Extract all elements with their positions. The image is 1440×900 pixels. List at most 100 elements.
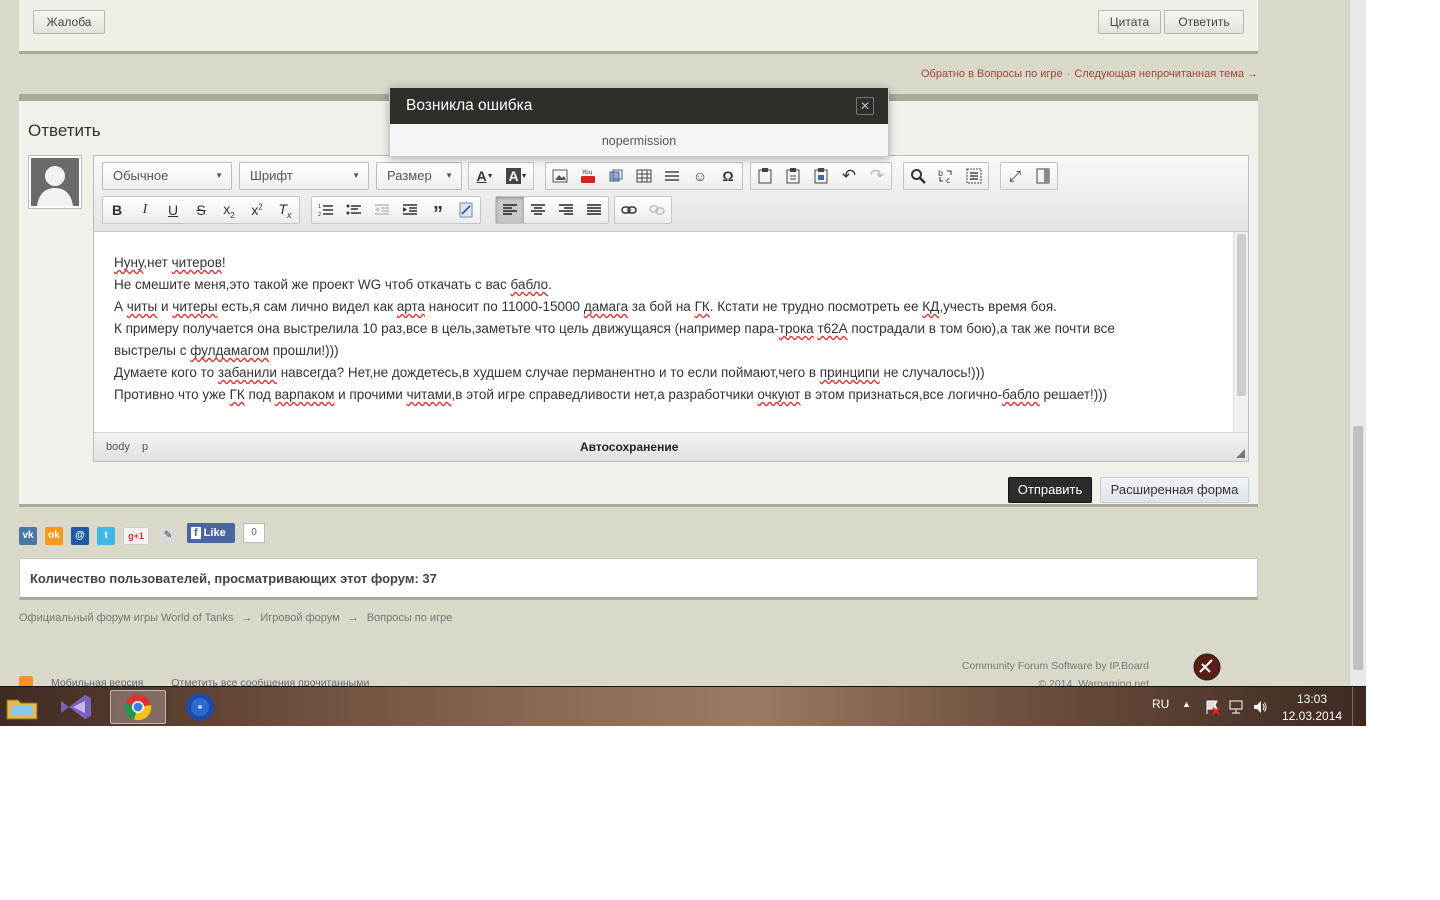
editor-scroll-thumb[interactable] <box>1237 234 1246 396</box>
breadcrumb-item[interactable]: Игровой форум <box>260 612 339 624</box>
action-center-flag-icon[interactable] <box>1204 699 1220 715</box>
align-center-button[interactable] <box>524 197 552 223</box>
page-scroll-thumb[interactable] <box>1353 426 1363 670</box>
chrome-icon[interactable] <box>110 690 166 724</box>
wargaming-logo-icon[interactable] <box>1192 652 1222 682</box>
error-dialog-header: Возникла ошибка ✕ <box>390 88 888 124</box>
advanced-form-button[interactable]: Расширенная форма <box>1100 477 1249 503</box>
odnoklassniki-icon[interactable]: ok <box>45 527 63 545</box>
insert-group: You ☺ Ω <box>545 162 743 190</box>
replace-button[interactable]: bc <box>932 163 960 189</box>
next-unread-link[interactable]: Следующая непрочитанная тема → <box>1074 68 1258 80</box>
breadcrumb-item[interactable]: Официальный форум игры World of Tanks <box>19 612 233 624</box>
text-color-icon: A <box>476 168 487 184</box>
select-all-icon <box>966 168 982 184</box>
align-left-button[interactable] <box>496 197 524 223</box>
bulleted-list-button[interactable] <box>340 197 368 223</box>
text-segment: наносит по 11000-15000 <box>425 299 584 314</box>
remove-format-button[interactable]: Tx <box>271 197 299 223</box>
format-select[interactable]: Обычное ▼ <box>102 162 232 190</box>
livejournal-icon[interactable]: ✎ <box>159 527 177 545</box>
element-path-body[interactable]: body <box>106 441 130 453</box>
spoiler-button[interactable] <box>452 197 480 223</box>
paste-button[interactable] <box>751 163 779 189</box>
underline-button[interactable]: U <box>159 197 187 223</box>
editor-content[interactable]: Нуну,нет читеров! Не смешите меня,это так… <box>94 232 1233 432</box>
find-button[interactable] <box>904 163 932 189</box>
browser-viewport: Жалоба Цитата Ответить Обратно в Вопросы… <box>0 0 1366 726</box>
background-color-button[interactable]: A ▼ <box>501 163 533 189</box>
horizontal-rule-button[interactable] <box>658 163 686 189</box>
indent-button[interactable] <box>396 197 424 223</box>
globe-app-icon[interactable] <box>172 690 228 724</box>
select-all-button[interactable] <box>960 163 988 189</box>
source-button[interactable] <box>1029 163 1057 189</box>
insert-media-button[interactable] <box>602 163 630 189</box>
bold-button[interactable]: B <box>103 197 131 223</box>
facebook-like-button[interactable]: f Like <box>187 523 235 543</box>
visual-studio-icon[interactable] <box>48 690 104 724</box>
outdent-button[interactable] <box>368 197 396 223</box>
misspelled-word: варпаком <box>274 387 335 402</box>
justify-button[interactable] <box>580 197 608 223</box>
quote-button[interactable]: Цитата <box>1098 10 1161 34</box>
unlink-button[interactable] <box>643 197 671 223</box>
link-button[interactable] <box>615 197 643 223</box>
software-credit[interactable]: Community Forum Software by IP.Board <box>962 657 1149 675</box>
vk-icon[interactable]: vk <box>19 527 37 545</box>
network-icon[interactable] <box>1228 699 1244 715</box>
strikethrough-button[interactable]: S <box>187 197 215 223</box>
tray-expand-icon[interactable]: ▲ <box>1182 699 1191 709</box>
file-explorer-icon[interactable] <box>0 690 50 724</box>
redo-button[interactable]: ↷ <box>863 163 891 189</box>
insert-image-button[interactable] <box>546 163 574 189</box>
twitter-icon[interactable]: t <box>97 527 115 545</box>
language-indicator[interactable]: RU <box>1152 697 1169 711</box>
submit-button[interactable]: Отправить <box>1008 477 1092 503</box>
outdent-icon <box>375 204 389 215</box>
superscript-button[interactable]: x2 <box>243 197 271 223</box>
text-segment: ,нет <box>143 255 172 270</box>
paste-word-button[interactable] <box>807 163 835 189</box>
emoticon-button[interactable]: ☺ <box>686 163 714 189</box>
size-select[interactable]: Размер ▼ <box>376 162 462 190</box>
insert-youtube-button[interactable]: You <box>574 163 602 189</box>
subscript-button[interactable]: x2 <box>215 197 243 223</box>
avatar <box>28 155 82 209</box>
volume-icon[interactable] <box>1252 699 1268 715</box>
italic-button[interactable]: I <box>131 197 159 223</box>
show-desktop-button[interactable] <box>1352 687 1366 726</box>
reply-title: Ответить <box>28 121 101 140</box>
page-scrollbar[interactable] <box>1349 0 1366 686</box>
align-right-button[interactable] <box>552 197 580 223</box>
text-segment: . Кстати не трудно посмотреть ее <box>709 299 923 314</box>
misspelled-word: ГК <box>229 387 245 402</box>
resize-handle-icon[interactable] <box>1235 448 1246 459</box>
svg-text:b: b <box>938 169 943 178</box>
text-segment: ,в этой игре справедливости нет,а разраб… <box>451 387 758 402</box>
mailru-icon[interactable]: @ <box>71 527 89 545</box>
blockquote-button[interactable]: ” <box>424 197 452 224</box>
superscript-icon: x2 <box>251 202 263 218</box>
back-to-forum-link[interactable]: Обратно в Вопросы по игре <box>921 68 1063 80</box>
google-plus-icon[interactable]: g+1 <box>123 527 149 545</box>
svg-text:c: c <box>946 176 950 184</box>
breadcrumb-item[interactable]: Вопросы по игре <box>367 612 453 624</box>
complaint-button[interactable]: Жалоба <box>33 10 105 34</box>
insert-table-button[interactable] <box>630 163 658 189</box>
editor-scrollbar[interactable] <box>1233 232 1248 432</box>
close-icon[interactable]: ✕ <box>856 97 874 115</box>
font-select[interactable]: Шрифт ▼ <box>239 162 369 190</box>
undo-button[interactable]: ↶ <box>835 163 863 189</box>
element-path-p[interactable]: p <box>142 441 148 453</box>
text-color-button[interactable]: A ▼ <box>469 163 501 189</box>
special-char-button[interactable]: Ω <box>714 163 742 189</box>
maximize-button[interactable]: ⤢ <box>1001 163 1029 189</box>
misspelled-word: читами <box>406 387 452 402</box>
reply-button[interactable]: Ответить <box>1164 10 1244 34</box>
system-clock[interactable]: 13:03 12.03.2014 <box>1282 691 1342 725</box>
paste-text-button[interactable] <box>779 163 807 189</box>
unlink-icon <box>649 205 665 215</box>
numbered-list-button[interactable]: 12 <box>312 197 340 223</box>
misspelled-word: фулдамагом <box>190 343 270 358</box>
